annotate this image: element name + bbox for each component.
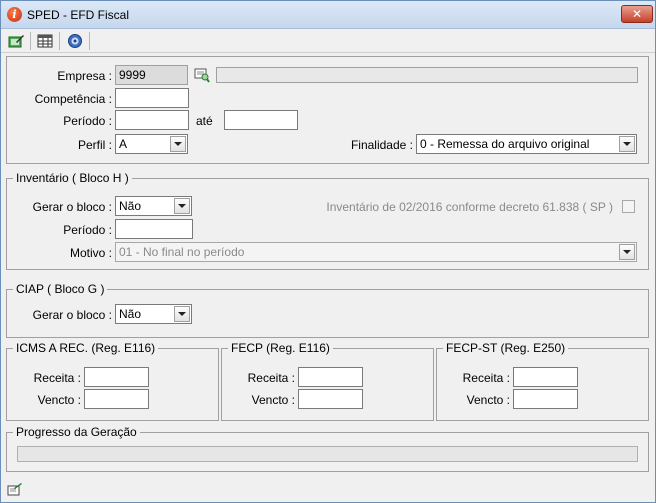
- export-file-icon: [7, 483, 22, 496]
- inventario-gerar-select[interactable]: Não: [115, 196, 192, 216]
- chevron-down-icon: [174, 142, 182, 146]
- empresa-name-field: [216, 67, 638, 83]
- fecpst-title: FECP-ST (Reg. E250): [443, 341, 569, 355]
- search-lookup-icon: [194, 68, 210, 83]
- inventario-gerar-dropdown-button[interactable]: [174, 198, 190, 214]
- icms-vencto-label: Vencto :: [37, 393, 81, 407]
- inventario-group: Inventário ( Bloco H ) Gerar o bloco : N…: [6, 171, 649, 270]
- fecpst-group: FECP-ST (Reg. E250) Receita : Vencto :: [436, 341, 649, 421]
- motivo-value: 01 - No final no período: [119, 245, 245, 259]
- motivo-select[interactable]: 01 - No final no período: [115, 242, 637, 262]
- generate-file-icon: [8, 35, 24, 48]
- table-icon: [37, 34, 53, 48]
- fecpst-vencto-label: Vencto :: [466, 393, 510, 407]
- icms-receita-label: Receita :: [33, 371, 81, 385]
- info-button[interactable]: [64, 31, 86, 51]
- fecp-vencto-label: Vencto :: [251, 393, 295, 407]
- perfil-dropdown-button[interactable]: [170, 136, 186, 152]
- perfil-label: Perfil :: [77, 138, 112, 152]
- icms-title: ICMS A REC. (Reg. E116): [13, 341, 159, 355]
- general-group: Empresa : 9999 Competência : Período : a…: [6, 56, 649, 164]
- fecp-receita-label: Receita :: [247, 371, 295, 385]
- empresa-code-field[interactable]: 9999: [115, 65, 188, 85]
- ciap-gerar-value: Não: [119, 307, 142, 321]
- fecp-group: FECP (Reg. E116) Receita : Vencto :: [221, 341, 434, 421]
- progresso-group: Progresso da Geração: [6, 425, 649, 472]
- toolbar-separator: [59, 32, 60, 50]
- icms-receita-field[interactable]: [84, 367, 149, 387]
- finalidade-label: Finalidade :: [350, 138, 413, 152]
- finalidade-select[interactable]: 0 - Remessa do arquivo original: [416, 134, 637, 154]
- toolbar-separator: [89, 32, 90, 50]
- table-button[interactable]: [34, 31, 56, 51]
- icms-group: ICMS A REC. (Reg. E116) Receita : Vencto…: [6, 341, 219, 421]
- fecp-title: FECP (Reg. E116): [228, 341, 333, 355]
- sped-window: i SPED - EFD Fiscal ✕ Empresa: 9999 Com…: [0, 0, 656, 503]
- info-icon: [68, 34, 82, 48]
- inventario-gerar-label: Gerar o bloco :: [32, 200, 112, 214]
- fecpst-receita-field[interactable]: [513, 367, 578, 387]
- empresa-label: Empresa :: [57, 69, 112, 83]
- chevron-down-icon: [623, 250, 631, 254]
- chevron-down-icon: [623, 142, 631, 146]
- chevron-down-icon: [178, 204, 186, 208]
- ciap-gerar-select[interactable]: Não: [115, 304, 192, 324]
- toolbar-separator: [30, 32, 31, 50]
- motivo-label: Motivo :: [69, 246, 112, 260]
- perfil-value: A: [119, 137, 128, 151]
- inventario-title: Inventário ( Bloco H ): [13, 171, 132, 185]
- decreto-checkbox[interactable]: [622, 200, 635, 213]
- competencia-label: Competência :: [34, 92, 112, 106]
- ciap-group: CIAP ( Bloco G ) Gerar o bloco : Não: [6, 282, 649, 338]
- status-bar-button[interactable]: [7, 482, 23, 496]
- ate-label: até: [196, 114, 213, 128]
- periodo-label: Período :: [63, 114, 112, 128]
- periodo-start-field[interactable]: [115, 110, 189, 130]
- icms-vencto-field[interactable]: [84, 389, 149, 409]
- fecpst-receita-label: Receita :: [462, 371, 510, 385]
- fecp-vencto-field[interactable]: [298, 389, 363, 409]
- progresso-title: Progresso da Geração: [13, 425, 140, 439]
- toolbar: [1, 29, 655, 53]
- decreto-label: Inventário de 02/2016 conforme decreto 6…: [326, 200, 613, 214]
- progress-bar: [17, 446, 638, 462]
- periodo-end-field[interactable]: [224, 110, 298, 130]
- perfil-select[interactable]: A: [115, 134, 188, 154]
- generate-button[interactable]: [5, 31, 27, 51]
- chevron-down-icon: [178, 312, 186, 316]
- ciap-title: CIAP ( Bloco G ): [13, 282, 108, 296]
- motivo-dropdown-button[interactable]: [619, 244, 635, 260]
- empresa-search-button[interactable]: [194, 67, 210, 83]
- fecpst-vencto-field[interactable]: [513, 389, 578, 409]
- close-button[interactable]: ✕: [621, 5, 653, 23]
- title-bar[interactable]: i SPED - EFD Fiscal ✕: [1, 1, 655, 29]
- finalidade-value: 0 - Remessa do arquivo original: [420, 137, 590, 151]
- app-info-icon: i: [7, 7, 22, 22]
- window-title: SPED - EFD Fiscal: [27, 8, 130, 22]
- inventario-gerar-value: Não: [119, 199, 142, 213]
- ciap-gerar-label: Gerar o bloco :: [32, 308, 112, 322]
- inventario-periodo-field[interactable]: [115, 219, 193, 239]
- inventario-periodo-label: Período :: [63, 223, 112, 237]
- finalidade-dropdown-button[interactable]: [619, 136, 635, 152]
- competencia-field[interactable]: [115, 88, 189, 108]
- fecp-receita-field[interactable]: [298, 367, 363, 387]
- ciap-gerar-dropdown-button[interactable]: [174, 306, 190, 322]
